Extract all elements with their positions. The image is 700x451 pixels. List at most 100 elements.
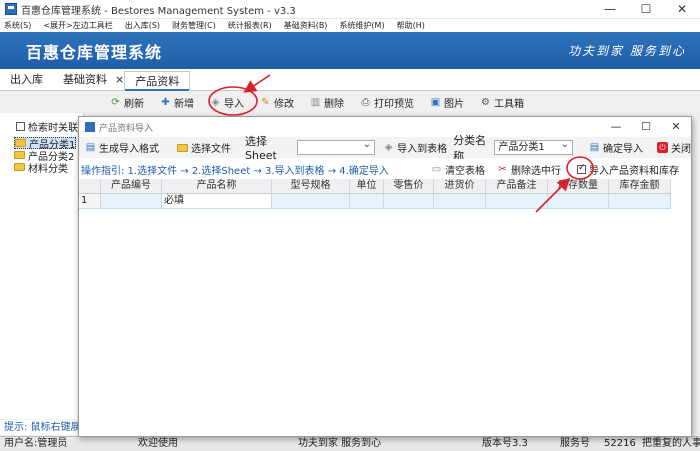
main-toolbar: ⟳ 刷新 ✚ 新增 ◈ 导入 ✎ 修改 ▥ 删除 ⎙ 打印预览 ▣ 图片 ⚙ 工具箱: [110, 92, 540, 112]
dialog-titlebar: 产品资料导入 — ☐ ✕: [79, 117, 691, 137]
column-header[interactable]: 库存数量: [548, 179, 609, 194]
import-to-table-button[interactable]: ◈ 导入到表格: [383, 140, 447, 155]
dialog-maximize-button[interactable]: ☐: [631, 117, 661, 137]
folder-icon: [177, 143, 188, 152]
close-button[interactable]: ✕: [664, 0, 700, 19]
grid-header: 产品编号 产品名称 型号规格 单位 零售价 进货价 产品备注 库存数量 库存金额: [79, 179, 687, 194]
table-cell[interactable]: [384, 194, 434, 209]
menu-help[interactable]: 帮助(H): [397, 20, 425, 31]
column-header[interactable]: 库存金额: [609, 179, 671, 194]
button-label: 删除选中行: [511, 165, 561, 177]
status-slogan: 功夫到家 服务到心: [298, 438, 382, 449]
tab-stock-io[interactable]: 出入库: [0, 70, 53, 90]
toolbox-icon: ⚙: [481, 96, 490, 108]
checkbox-box[interactable]: [577, 163, 586, 174]
status-user: 用户名:管理员: [4, 438, 68, 449]
button-label: 删除: [324, 98, 344, 110]
hint-text: 提示: 鼠标右键展开: [0, 420, 84, 435]
menu-maintenance[interactable]: 系统维护(M): [339, 20, 384, 31]
column-header[interactable]: 进货价: [434, 179, 486, 194]
minimize-button[interactable]: —: [592, 0, 628, 19]
window-title: 百惠仓库管理系统 - Bestores Management System - …: [21, 5, 296, 17]
print-icon: ⎙: [361, 96, 370, 108]
button-label: 生成导入格式: [99, 144, 159, 155]
operation-guide: 操作指引: 1.选择文件 → 2.选择Sheet → 3.导入到表格 → 4.确…: [79, 159, 691, 179]
button-label: 导入: [224, 98, 244, 110]
tab-label: 基础资料: [63, 73, 107, 86]
dialog-minimize-button[interactable]: —: [601, 117, 631, 137]
choose-file-button[interactable]: 选择文件: [177, 140, 231, 155]
maximize-button[interactable]: ☐: [628, 0, 664, 19]
table-cell[interactable]: 必填: [162, 194, 272, 209]
dialog-close-button[interactable]: ✕: [661, 117, 691, 137]
print-preview-button[interactable]: ⎙ 打印预览: [360, 95, 415, 110]
menu-basic-data[interactable]: 基础资料(B): [284, 20, 328, 31]
button-label: 新增: [174, 98, 194, 110]
category-panel: 检索时关联子 产品分类1 产品分类2 材料分类: [0, 113, 88, 419]
menubar: 系统(S) <展开>左边工具栏 出入库(S) 财务管理(C) 统计报表(R) 基…: [0, 19, 700, 32]
app-name: 百惠仓库管理系统: [26, 42, 163, 62]
window-titlebar: 百惠仓库管理系统 - Bestores Management System - …: [0, 0, 700, 19]
confirm-import-button[interactable]: ▤ 确定导入: [589, 140, 643, 155]
tree-item-label: 材料分类: [28, 163, 68, 175]
tab-label: 出入库: [10, 73, 43, 86]
menu-stock-io[interactable]: 出入库(S): [125, 20, 160, 31]
dialog-app-icon: [85, 122, 95, 132]
button-label: 关闭: [670, 144, 691, 155]
folder-icon: [14, 163, 25, 171]
active-tab-indicator: [125, 89, 190, 91]
menu-finance[interactable]: 财务管理(C): [172, 20, 216, 31]
table-cell[interactable]: [434, 194, 486, 209]
sheet-select[interactable]: [296, 138, 376, 155]
table-cell[interactable]: [101, 194, 162, 209]
import-stock-checkbox[interactable]: 导入产品资料和库存: [577, 162, 679, 177]
generate-format-button[interactable]: ▤ 生成导入格式: [85, 140, 159, 155]
close-dialog-button[interactable]: ⏻ 关闭: [656, 140, 691, 155]
button-label: 确定导入: [602, 144, 643, 155]
menu-expand-toolbar[interactable]: <展开>左边工具栏: [43, 20, 112, 31]
toolbox-button[interactable]: ⚙ 工具箱: [480, 95, 524, 110]
sheet-label: 选择Sheet: [245, 135, 277, 162]
tab-basic-data[interactable]: 基础资料: [53, 70, 117, 90]
clear-icon: ▭: [431, 163, 442, 175]
grid-empty-area: [79, 209, 691, 435]
table-cell[interactable]: [272, 194, 350, 209]
status-version: 版本号3.3: [482, 438, 528, 449]
table-cell[interactable]: [609, 194, 671, 209]
folder-icon: [15, 139, 26, 147]
edit-button[interactable]: ✎ 修改: [260, 95, 294, 110]
category-select[interactable]: 产品分类1: [494, 138, 573, 155]
table-cell[interactable]: [486, 194, 548, 209]
table-cell[interactable]: [350, 194, 384, 209]
delete-selected-row-button[interactable]: ✂ 删除选中行: [497, 162, 561, 177]
plus-icon: ✚: [161, 96, 170, 108]
column-header[interactable]: 型号规格: [272, 179, 350, 194]
power-icon: ⏻: [656, 142, 668, 153]
table-cell[interactable]: [548, 194, 609, 209]
tab-label: 产品资料: [135, 75, 180, 88]
tab-product-data[interactable]: 产品资料: [124, 71, 191, 91]
app-slogan: 功夫到家 服务到心: [568, 44, 686, 58]
table-row[interactable]: 1 必填: [79, 194, 687, 209]
clear-table-button[interactable]: ▭ 清空表格: [431, 162, 485, 177]
guide-steps: 操作指引: 1.选择文件 → 2.选择Sheet → 3.导入到表格 → 4.确…: [81, 165, 389, 177]
column-header[interactable]: 产品名称: [162, 179, 272, 194]
checkbox-box[interactable]: [16, 122, 25, 131]
category-select-value: 产品分类1: [498, 142, 545, 153]
button-label: 选择文件: [191, 144, 231, 155]
column-header[interactable]: 产品编号: [101, 179, 162, 194]
import-button[interactable]: ◈ 导入: [210, 95, 244, 110]
row-number: 1: [79, 194, 101, 209]
image-button[interactable]: ▣ 图片: [430, 95, 464, 110]
menu-system[interactable]: 系统(S): [4, 20, 31, 31]
delete-button[interactable]: ▥ 删除: [310, 95, 344, 110]
column-header[interactable]: 产品备注: [486, 179, 548, 194]
refresh-button[interactable]: ⟳ 刷新: [110, 95, 144, 110]
add-button[interactable]: ✚ 新增: [160, 95, 194, 110]
import-icon: ◈: [211, 96, 220, 108]
tree-item[interactable]: 材料分类: [14, 161, 76, 175]
image-icon: ▣: [430, 96, 441, 108]
column-header[interactable]: 零售价: [384, 179, 434, 194]
menu-reports[interactable]: 统计报表(R): [228, 20, 272, 31]
column-header[interactable]: 单位: [350, 179, 384, 194]
